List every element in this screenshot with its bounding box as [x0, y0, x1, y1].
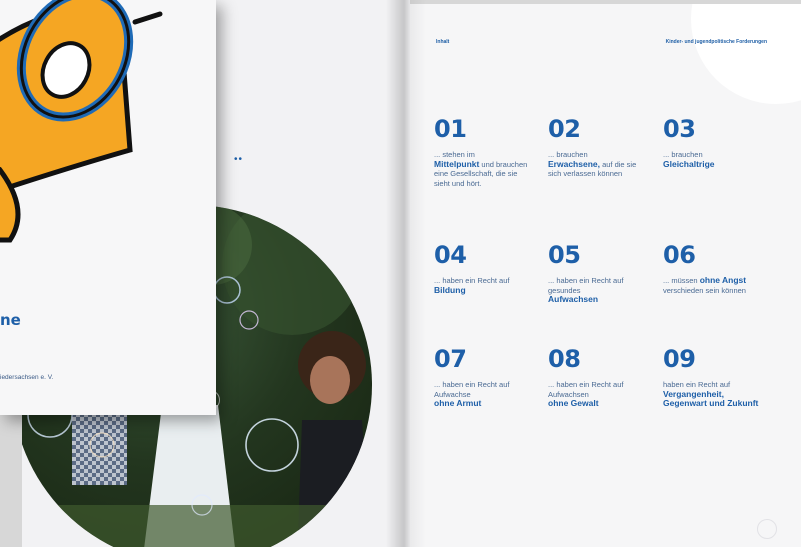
item-description: ... brauchen Erwachsene, auf die sie sich…: [548, 150, 637, 178]
contents-item-09[interactable]: 09 haben ein Recht auf Vergangenheit, Geg…: [663, 346, 763, 409]
item-number: 06: [663, 241, 696, 269]
item-number: 07: [434, 345, 467, 373]
item-number: 02: [548, 115, 581, 143]
page-number-circle: [757, 519, 777, 539]
contents-item-04[interactable]: 04 ... haben ein Recht auf Bildung: [434, 242, 534, 295]
item-description: ... haben ein Recht auf gesundes Aufwachs…: [548, 276, 624, 304]
item-description: ... müssen ohne Angst verschieden sein k…: [663, 275, 747, 295]
item-number: 03: [663, 115, 696, 143]
header-section-label: Inhalt: [436, 39, 450, 45]
header-document-title: Kinder- und jugendpolitische Forderungen: [665, 39, 767, 45]
contents-item-02[interactable]: 02 ... brauchen Erwachsene, auf die sie s…: [548, 116, 648, 179]
contents-item-06[interactable]: 06 ... müssen ohne Angst verschieden sei…: [663, 242, 763, 295]
contents-page: Inhalt Kinder- und jugendpolitische Ford…: [410, 4, 801, 547]
contents-item-01[interactable]: 01 ... stehen im Mittelpunkt und brauchen…: [434, 116, 534, 188]
cover-sheet: ne iedersachsen e. V.: [0, 0, 216, 415]
item-description: ... stehen im Mittelpunkt und brauchen ei…: [434, 150, 528, 188]
decorative-dots: ••: [234, 154, 244, 165]
corner-decoration-circle: [691, 4, 801, 104]
item-description: ... haben ein Recht auf Bildung: [434, 276, 510, 295]
contents-item-07[interactable]: 07 ... haben ein Recht auf Aufwachse ohne…: [434, 346, 534, 409]
item-description: ... haben ein Recht auf Aufwachse ohne Ar…: [434, 380, 510, 408]
cover-organization: iedersachsen e. V.: [0, 374, 54, 381]
item-number: 05: [548, 241, 581, 269]
item-description: haben ein Recht auf Vergangenheit, Gegenw…: [663, 380, 759, 408]
item-description: ... haben ein Recht auf Aufwachsen ohne G…: [548, 380, 624, 408]
contents-item-08[interactable]: 08 ... haben ein Recht auf Aufwachsen ohn…: [548, 346, 648, 409]
item-number: 09: [663, 345, 696, 373]
item-number: 08: [548, 345, 581, 373]
contents-item-03[interactable]: 03 ... brauchen Gleichaltrige: [663, 116, 763, 169]
item-description: ... brauchen Gleichaltrige: [663, 150, 715, 169]
item-number: 01: [434, 115, 467, 143]
cover-title-fragment: ne: [0, 311, 21, 329]
megaphone-icon: [0, 0, 163, 243]
item-number: 04: [434, 241, 467, 269]
contents-item-05[interactable]: 05 ... haben ein Recht auf gesundes Aufwa…: [548, 242, 648, 305]
